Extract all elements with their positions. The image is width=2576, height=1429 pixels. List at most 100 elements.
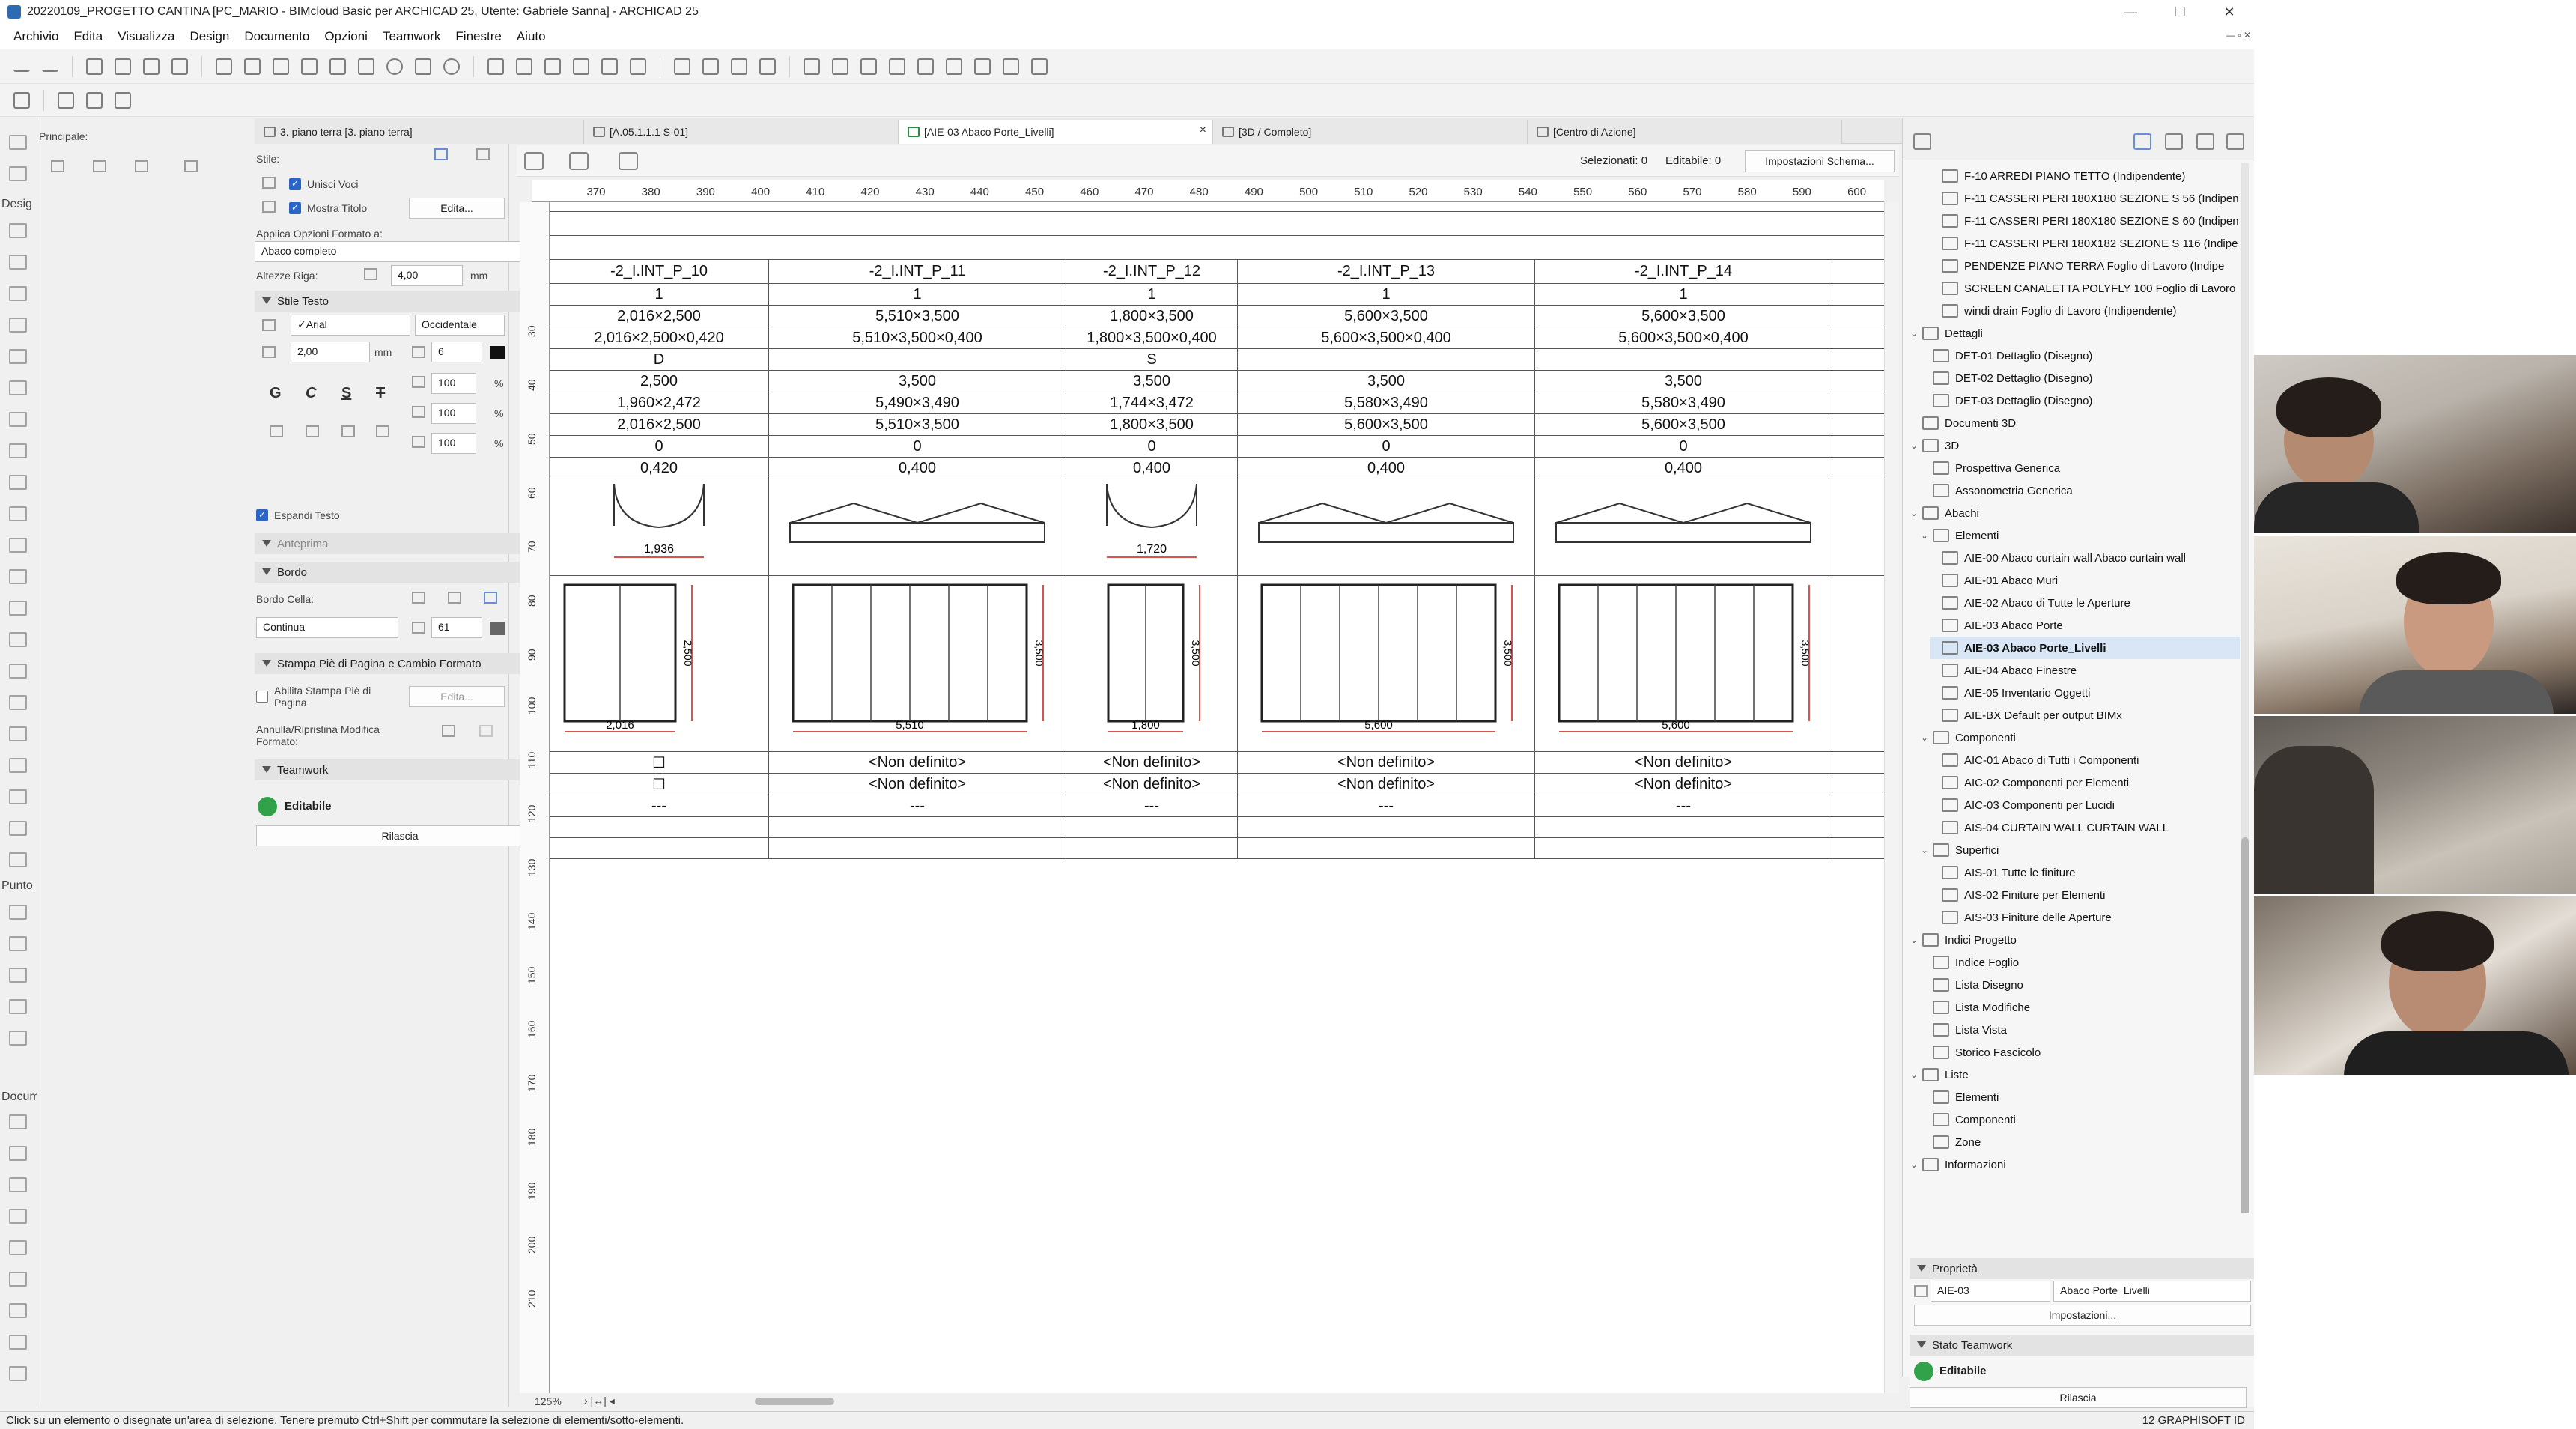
navigator-item[interactable]: Storico Fascicolo [1921, 1041, 2240, 1064]
justify-icon[interactable] [376, 425, 389, 437]
navigator-item[interactable]: Indice Foglio [1921, 951, 2240, 974]
style-list-icon[interactable] [476, 148, 490, 160]
border-none-icon[interactable] [412, 592, 425, 604]
view-id-field[interactable]: AIE-03 [1931, 1281, 2050, 1302]
slab-tool-icon[interactable] [9, 318, 27, 333]
navigator-item[interactable]: DET-02 Dettaglio (Disegno) [1921, 367, 2240, 389]
search-icon[interactable] [731, 58, 747, 75]
table-cell[interactable]: 5,600×3,500 [1237, 413, 1535, 436]
circle-tool-icon[interactable] [9, 1114, 27, 1129]
navigator-item[interactable]: AIS-01 Tutte le finiture [1930, 861, 2240, 884]
snap-icon[interactable] [171, 58, 188, 75]
document-window-controls[interactable]: — ▫ ✕ [2226, 30, 2251, 40]
favorite-star-icon[interactable] [262, 319, 276, 331]
lamp-tool-icon[interactable] [9, 758, 27, 773]
ungroup-icon[interactable] [573, 58, 589, 75]
table-cell[interactable]: 0 [1534, 435, 1832, 458]
undo-format-icon[interactable] [442, 725, 455, 737]
video-tile-participant-3[interactable] [2254, 716, 2576, 894]
tab-section[interactable]: [A.05.1.1.1 S-01] [584, 120, 899, 144]
reserve-icon[interactable] [58, 91, 74, 109]
window-tool-icon[interactable] [9, 538, 27, 553]
navigator-item[interactable]: AIC-01 Abaco di Tutti i Componenti [1930, 749, 2240, 771]
table-cell[interactable]: 1 [1066, 283, 1238, 306]
table-cell[interactable]: <Non definito> [1237, 773, 1535, 795]
navigator-item[interactable]: F-11 CASSERI PERI 180X180 SEZIONE S 60 (… [1930, 210, 2240, 232]
navigator-item[interactable]: Zone [1921, 1131, 2240, 1153]
navigator-item[interactable]: AIC-03 Componenti per Lucidi [1930, 794, 2240, 816]
table-cell[interactable]: <Non definito> [1066, 751, 1238, 774]
table-cell[interactable] [1832, 435, 1884, 458]
navigator-item[interactable]: ⌄ Informazioni [1910, 1153, 2240, 1176]
table-cell[interactable]: 1 [768, 283, 1066, 306]
table-cell[interactable] [550, 816, 769, 838]
refresh-icon[interactable] [619, 152, 638, 170]
teamwork-send-icon[interactable] [13, 91, 30, 109]
navigator-item[interactable]: Lista Disegno [1921, 974, 2240, 996]
publish-icon[interactable] [1003, 58, 1019, 75]
table-cell[interactable]: 5,510×3,500 [768, 305, 1066, 327]
navigator-item[interactable]: F-11 CASSERI PERI 180X182 SEZIONE S 116 … [1930, 232, 2240, 255]
table-cell[interactable]: 1,800 3,500 [1066, 575, 1238, 752]
table-cell[interactable]: 5,600 3,500 [1237, 575, 1535, 752]
table-cell[interactable]: D [550, 348, 769, 371]
navigator-item[interactable]: F-10 ARREDI PIANO TETTO (Indipendente) [1930, 165, 2240, 187]
section-icon[interactable] [804, 58, 820, 75]
table-cell[interactable]: 5,600×3,500 [1237, 305, 1535, 327]
table-cell[interactable]: <Non definito> [1066, 773, 1238, 795]
abilita-edita-button[interactable]: Edita... [409, 686, 505, 707]
bring-to-front-icon[interactable] [759, 58, 776, 75]
table-cell[interactable]: 1 [1534, 283, 1832, 306]
table-cell[interactable]: 5,600×3,500×0,400 [1534, 327, 1832, 349]
table-cell[interactable] [1534, 837, 1832, 859]
drawing-tool-icon[interactable] [9, 1335, 27, 1350]
stampa-header[interactable]: Stampa Piè di Pagina e Cambio Formato [255, 653, 545, 674]
table-cell[interactable] [1832, 751, 1884, 774]
group-icon[interactable] [544, 58, 561, 75]
table-cell[interactable]: 1,960×2,472 [550, 392, 769, 414]
border-all-icon[interactable] [484, 592, 497, 604]
table-cell[interactable]: 2,016×2,500 [550, 413, 769, 436]
bordo-header[interactable]: Bordo [255, 562, 545, 583]
shell-tool-icon[interactable] [9, 380, 27, 395]
beam-tool-icon[interactable] [9, 286, 27, 301]
door-tool-icon[interactable] [9, 506, 27, 521]
table-cell[interactable]: 5,580×3,490 [1534, 392, 1832, 414]
maximize-button[interactable]: ☐ [2155, 0, 2205, 24]
stair-alt-tool-icon[interactable] [9, 789, 27, 804]
border-pen-input[interactable]: 61 [431, 617, 482, 638]
table-cell[interactable]: -2_I.INT_P_12 [1066, 259, 1238, 284]
table-cell[interactable] [768, 816, 1066, 838]
navigator-item[interactable]: ⌄ Liste [1910, 1064, 2240, 1086]
navigator-item[interactable]: ⌄ Indici Progetto [1910, 929, 2240, 951]
font-select[interactable]: ✓Arial [291, 315, 410, 336]
navigator-item[interactable]: DET-03 Dettaglio (Disegno) [1921, 389, 2240, 412]
navigator-item[interactable]: AIE-03 Abaco Porte_Livelli [1930, 637, 2240, 659]
table-cell[interactable] [1832, 259, 1884, 284]
table-cell[interactable] [768, 837, 1066, 859]
table-cell[interactable]: 0,400 [768, 457, 1066, 479]
curtain-wall-tool-icon[interactable] [9, 475, 27, 490]
lock-icon[interactable] [601, 58, 618, 75]
rotate-icon[interactable] [135, 160, 148, 172]
table-cell[interactable]: 5,600×3,500 [1534, 413, 1832, 436]
properties-header[interactable]: Proprietà [1910, 1258, 2254, 1279]
fit-icon[interactable] [569, 152, 589, 170]
char-spacing-input[interactable]: 100 [431, 403, 476, 424]
unisci-voci-checkbox[interactable] [289, 178, 301, 190]
hotspot-tool-icon[interactable] [9, 905, 27, 920]
roof-tool-icon[interactable] [9, 349, 27, 364]
line-spacing-input[interactable]: 100 [431, 433, 476, 454]
close-tab-icon[interactable]: × [1200, 124, 1206, 137]
table-cell[interactable]: 5,510 3,500 [768, 575, 1066, 752]
text-tool-icon[interactable] [9, 1031, 27, 1046]
border-color-swatch[interactable] [490, 622, 505, 635]
table-cell[interactable] [1832, 816, 1884, 838]
schema-settings-button[interactable]: Impostazioni Schema... [1745, 150, 1895, 172]
menu-teamwork[interactable]: Teamwork [375, 29, 448, 44]
tab-abaco-porte-livelli[interactable]: [AIE-03 Abaco Porte_Livelli] × [899, 120, 1213, 144]
table-cell[interactable]: 0 [550, 435, 769, 458]
object-tool-icon[interactable] [9, 632, 27, 647]
table-cell[interactable]: 2,500 [550, 370, 769, 392]
table-cell[interactable] [1237, 479, 1535, 576]
